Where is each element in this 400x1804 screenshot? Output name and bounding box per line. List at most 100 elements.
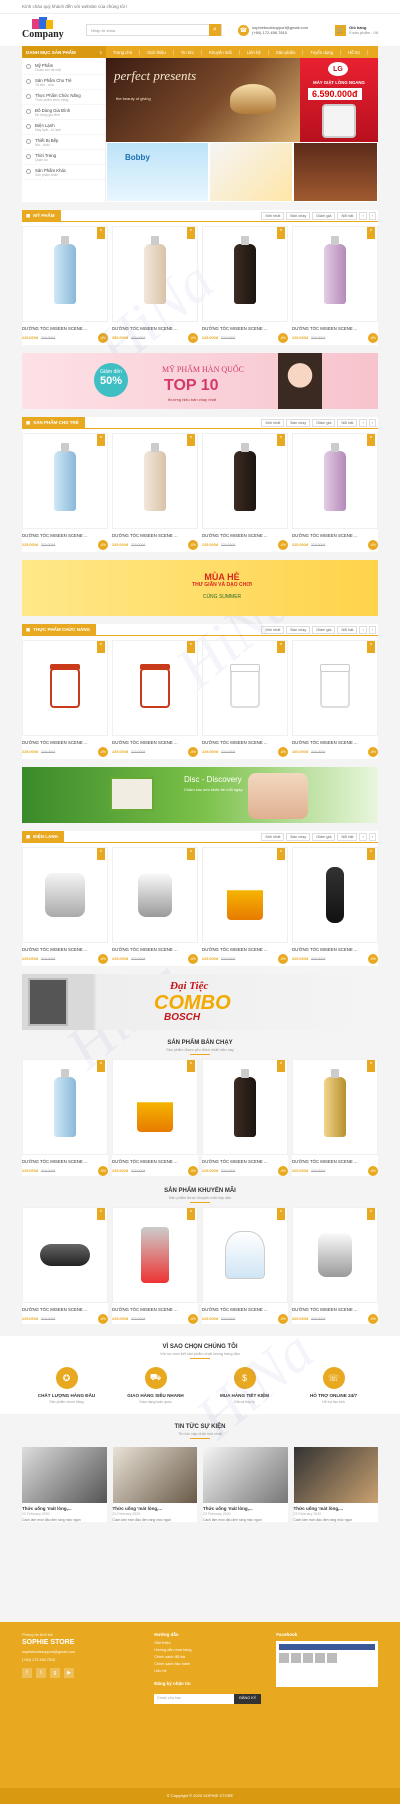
chevron-right-icon[interactable]: › [368,418,376,427]
tab-discount[interactable]: Giảm giá [312,832,336,841]
news-card[interactable]: Thức uống 'mát lòng,... 23 February 2020 C… [112,1447,198,1523]
product-image[interactable]: ★ [292,640,378,736]
footer-link[interactable]: Giới thiệu [154,1641,266,1645]
nav-item-contact[interactable]: Liên hệ [240,49,269,55]
tab-featured[interactable]: Nổi bật [337,418,358,427]
chevron-left-icon[interactable]: ‹ [359,418,367,427]
product-image[interactable]: ★ [112,640,198,736]
product-image[interactable]: ★ [22,1207,108,1303]
tab-discount[interactable]: Giảm giá [312,211,336,220]
youtube-icon[interactable]: ▶ [64,1668,74,1678]
product-name[interactable]: DƯỠNG TÓC MISEEN SCENE ... [202,533,288,538]
sidebar-item[interactable]: Mỹ Phẩm Chăm sóc da mặt [22,60,105,75]
tab-newest[interactable]: Mới nhất [261,418,285,427]
news-title[interactable]: Thức uống 'mát lòng,... [113,1506,198,1511]
news-image[interactable] [293,1447,378,1503]
product-name[interactable]: DƯỠNG TÓC MISEEN SCENE ... [292,533,378,538]
product-image[interactable]: ★ [112,1207,198,1303]
footer-link[interactable]: Chính sách đổi trả [154,1655,266,1659]
search-input[interactable]: Nhập từ khóa ⌕ [86,24,222,36]
news-image[interactable] [112,1447,197,1503]
product-image[interactable]: ★ [22,433,108,529]
news-image[interactable] [203,1447,288,1503]
news-image[interactable] [22,1447,107,1503]
product-image[interactable]: ★ [202,640,288,736]
main-slide[interactable]: perfect presents the beauty of giving [106,58,300,142]
nav-item-jobs[interactable]: Tuyển dụng [303,49,341,55]
product-name[interactable]: DƯỠNG TÓC MISEEN SCENE ... [112,326,198,331]
nav-item-products[interactable]: Sản phẩm [269,49,304,55]
tab-bestseller[interactable]: Bán chạy [286,832,311,841]
product-card[interactable]: ★ DƯỠNG TÓC MISEEN SCENE ... 225.000đ 320.0… [112,847,198,964]
product-card[interactable]: ★ DƯỠNG TÓC MISEEN SCENE ... 225.000đ 320.0… [202,433,288,550]
product-card[interactable]: ★ DƯỠNG TÓC MISEEN SCENE ... 225.000đ 320.0… [202,1207,288,1324]
product-name[interactable]: DƯỠNG TÓC MISEEN SCENE ... [22,740,108,745]
tab-newest[interactable]: Mới nhất [261,625,285,634]
product-name[interactable]: DƯỠNG TÓC MISEEN SCENE ... [292,947,378,952]
sidebar-item[interactable]: Thiết Bị Bếp Nồi - chảo [22,135,105,150]
nav-item-home[interactable]: Trang chủ [106,49,141,55]
product-image[interactable]: ★ [22,1059,108,1155]
product-card[interactable]: ★ DƯỠNG TÓC MISEEN SCENE ... 225.000đ 320.0… [202,640,288,757]
product-name[interactable]: DƯỠNG TÓC MISEEN SCENE ... [292,1159,378,1164]
bottom-banner-cosmetics[interactable] [293,142,379,202]
sidebar-item[interactable]: Điện Lạnh Máy lạnh - tủ lạnh [22,120,105,135]
product-name[interactable]: DƯỠNG TÓC MISEEN SCENE ... [202,326,288,331]
bottom-banner-supplement[interactable] [208,142,294,202]
product-image[interactable]: ★ [22,847,108,943]
product-name[interactable]: DƯỠNG TÓC MISEEN SCENE ... [112,1307,198,1312]
product-card[interactable]: ★ DƯỠNG TÓC MISEEN SCENE ... 225.000đ 320.0… [292,1059,378,1176]
sidebar-item[interactable]: Đồ Dùng Gia Đình Đồ dùng gia đình [22,105,105,120]
product-image[interactable]: ★ [292,226,378,322]
footer-email[interactable]: sophiebooksupport@gmail.com [22,1650,144,1654]
category-menu-button[interactable]: DANH MỤC SẢN PHẨM ≡ [22,46,106,58]
header-phone[interactable]: (+84) 172.456.7810 [252,30,308,35]
product-image[interactable]: ★ [202,847,288,943]
product-image[interactable]: ★ [112,847,198,943]
nav-item-about[interactable]: Giới thiệu [140,49,174,55]
google-plus-icon[interactable]: g [50,1668,60,1678]
product-name[interactable]: DƯỠNG TÓC MISEEN SCENE ... [22,1159,108,1164]
product-card[interactable]: ★ DƯỠNG TÓC MISEEN SCENE ... 350.000đ 420.0… [112,226,198,343]
footer-link[interactable]: Chính sách bảo hành [154,1662,266,1666]
nav-item-support[interactable]: Hỗ trợ [341,49,369,55]
tab-discount[interactable]: Giảm giá [312,625,336,634]
product-name[interactable]: DƯỠNG TÓC MISEEN SCENE ... [292,326,378,331]
side-banner[interactable]: LG MÁY GIẶT LỒNG NGANG 6.590.000đ [300,58,378,142]
product-image[interactable]: ★ [112,226,198,322]
product-card[interactable]: ★ DƯỠNG TÓC MISEEN SCENE ... 225.000đ 320.0… [202,847,288,964]
footer-phone[interactable]: (+84) 172.456.7810 [22,1658,144,1662]
facebook-icon[interactable]: f [22,1668,32,1678]
product-card[interactable]: ★ DƯỠNG TÓC MISEEN SCENE ... 225.000đ 320.0… [292,640,378,757]
sidebar-item[interactable]: Sản Phẩm Khác Sản phẩm khác [22,165,105,180]
tab-bestseller[interactable]: Bán chạy [286,211,311,220]
product-image[interactable]: ★ [202,226,288,322]
product-name[interactable]: DƯỠNG TÓC MISEEN SCENE ... [22,947,108,952]
cart[interactable]: 🛒 Giỏ hàng 0 sản phẩm - 0đ [335,24,378,36]
product-image[interactable]: ★ [292,1207,378,1303]
news-title[interactable]: Thức uống 'mát lòng,... [294,1506,379,1511]
chevron-right-icon[interactable]: › [368,211,376,220]
product-image[interactable]: ★ [22,640,108,736]
product-card[interactable]: ★ DƯỠNG TÓC MISEEN SCENE ... 225.000đ 320.0… [22,847,108,964]
sidebar-item[interactable]: Thời Trang Quần áo [22,150,105,165]
product-name[interactable]: DƯỠNG TÓC MISEEN SCENE ... [22,1307,108,1312]
product-image[interactable]: ★ [292,847,378,943]
product-image[interactable]: ★ [112,433,198,529]
bottom-banner-diapers[interactable]: Bobby [106,142,209,202]
newsletter-email-input[interactable]: Email của bạn [154,1694,235,1704]
footer-link[interactable]: Hướng dẫn mua hàng [154,1648,266,1652]
product-name[interactable]: DƯỠNG TÓC MISEEN SCENE ... [202,740,288,745]
product-name[interactable]: DƯỠNG TÓC MISEEN SCENE ... [22,326,108,331]
chevron-left-icon[interactable]: ‹ [359,832,367,841]
sidebar-item[interactable]: Thực Phẩm Chức Năng Thực phẩm chức năng [22,90,105,105]
twitter-icon[interactable]: t [36,1668,46,1678]
product-name[interactable]: DƯỠNG TÓC MISEEN SCENE ... [202,947,288,952]
product-name[interactable]: DƯỠNG TÓC MISEEN SCENE ... [22,533,108,538]
product-name[interactable]: DƯỠNG TÓC MISEEN SCENE ... [292,740,378,745]
ad-banner-summer[interactable]: MÙA HÈ THƯ GIÃN VÀ DẠO CHƠI CÙNG SUMMER [22,560,378,616]
search-icon[interactable]: ⌕ [209,24,221,36]
product-card[interactable]: ★ DƯỠNG TÓC MISEEN SCENE ... 225.000đ 320.0… [22,433,108,550]
product-card[interactable]: ★ DƯỠNG TÓC MISEEN SCENE ... 225.000đ 320.0… [292,433,378,550]
product-card[interactable]: ★ DƯỠNG TÓC MISEEN SCENE ... 225.000đ 320.0… [22,640,108,757]
